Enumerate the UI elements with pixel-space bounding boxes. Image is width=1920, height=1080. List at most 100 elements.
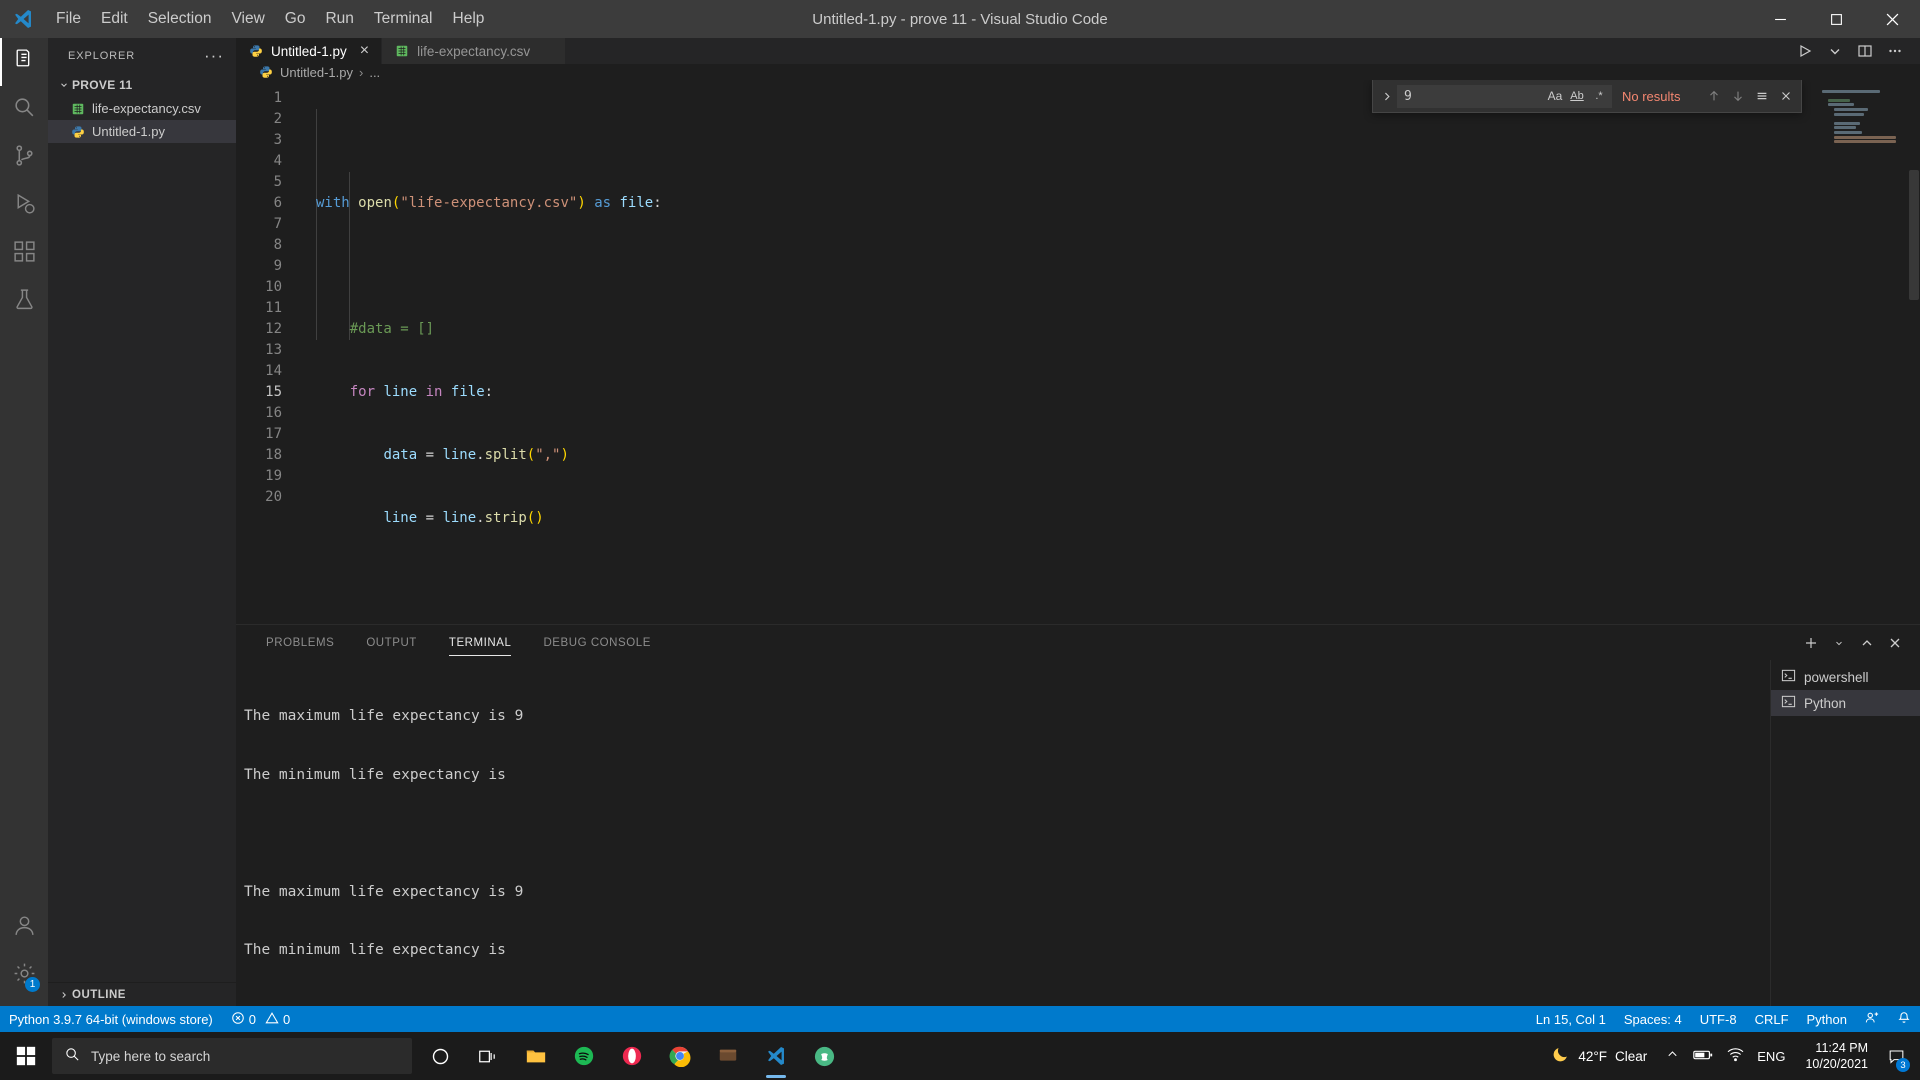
spotify-icon[interactable] xyxy=(560,1032,608,1080)
editor-scrollbar[interactable] xyxy=(1906,80,1920,624)
taskbar-language[interactable]: ENG xyxy=(1757,1049,1785,1064)
status-notifications[interactable] xyxy=(1888,1006,1920,1032)
csv-file-icon xyxy=(394,43,410,59)
breadcrumb[interactable]: Untitled-1.py › ... xyxy=(236,64,1920,80)
close-panel-icon[interactable] xyxy=(1882,630,1908,656)
close-icon[interactable] xyxy=(1775,85,1797,107)
taskbar-search-input[interactable]: Type here to search xyxy=(52,1038,412,1074)
menu-run[interactable]: Run xyxy=(315,0,363,38)
cortana-icon[interactable] xyxy=(416,1032,464,1080)
status-eol[interactable]: CRLF xyxy=(1746,1006,1798,1032)
tab-life-expectancy-csv[interactable]: life-expectancy.csv × xyxy=(382,38,566,64)
chrome-icon[interactable] xyxy=(656,1032,704,1080)
windows-start-icon[interactable] xyxy=(0,1032,52,1080)
code-editor[interactable]: 1 2 3 4 5 6 7 8 9 10 11 12 13 14 15 16 1… xyxy=(236,80,1920,624)
tab-problems[interactable]: PROBLEMS xyxy=(256,625,344,660)
tab-untitled-1-py[interactable]: Untitled-1.py × xyxy=(236,38,383,64)
terminal-item-powershell[interactable]: powershell xyxy=(1771,664,1920,690)
breadcrumb-file[interactable]: Untitled-1.py xyxy=(280,65,353,80)
menu-go[interactable]: Go xyxy=(275,0,316,38)
notification-center-button[interactable]: 3 xyxy=(1878,1032,1914,1080)
code-lines[interactable]: with open("life-expectancy.csv") as file… xyxy=(300,88,1920,624)
code-line-6[interactable]: line = line.strip() xyxy=(316,508,1920,529)
sidebar-item-source-control[interactable] xyxy=(0,134,48,182)
scrollbar-thumb[interactable] xyxy=(1909,170,1919,300)
books-icon[interactable] xyxy=(704,1032,752,1080)
chevron-down-icon[interactable] xyxy=(1822,38,1848,64)
status-indentation[interactable]: Spaces: 4 xyxy=(1615,1006,1691,1032)
toggle-replace-chevron-right-icon[interactable] xyxy=(1377,91,1397,102)
menu-selection[interactable]: Selection xyxy=(138,0,222,38)
find-input[interactable] xyxy=(1404,88,1524,104)
battery-icon[interactable] xyxy=(1692,1044,1714,1069)
previous-match-icon[interactable] xyxy=(1703,85,1725,107)
more-actions-icon[interactable]: ··· xyxy=(204,46,224,66)
error-icon xyxy=(231,1011,245,1028)
folder-root[interactable]: PROVE 11 xyxy=(48,73,236,97)
tab-output[interactable]: OUTPUT xyxy=(356,625,427,660)
find-in-selection-icon[interactable] xyxy=(1751,85,1773,107)
menu-view[interactable]: View xyxy=(221,0,274,38)
sidebar-item-testing[interactable] xyxy=(0,278,48,326)
discord-icon[interactable] xyxy=(800,1032,848,1080)
task-view-icon[interactable] xyxy=(464,1032,512,1080)
menu-help[interactable]: Help xyxy=(443,0,495,38)
sidebar-item-search[interactable] xyxy=(0,86,48,134)
tab-debug-console[interactable]: DEBUG CONSOLE xyxy=(533,625,660,660)
status-problems[interactable]: 0 0 xyxy=(222,1006,299,1032)
menu-terminal[interactable]: Terminal xyxy=(364,0,443,38)
run-python-file-icon[interactable] xyxy=(1792,38,1818,64)
terminal-output[interactable]: The maximum life expectancy is 9 The min… xyxy=(236,660,1770,1006)
tab-close-icon[interactable]: × xyxy=(360,43,369,59)
network-icon[interactable] xyxy=(1726,1045,1745,1067)
menu-edit[interactable]: Edit xyxy=(91,0,138,38)
menu-bar[interactable]: File Edit Selection View Go Run Terminal… xyxy=(46,0,494,38)
code-line-1[interactable]: with open("life-expectancy.csv") as file… xyxy=(316,193,1920,214)
status-cursor-position[interactable]: Ln 15, Col 1 xyxy=(1527,1006,1615,1032)
maximize-button[interactable] xyxy=(1808,0,1864,38)
match-whole-word-icon[interactable]: Ab xyxy=(1567,86,1587,106)
tab-terminal[interactable]: TERMINAL xyxy=(439,625,522,660)
find-input-box[interactable]: Aa Ab .* xyxy=(1397,84,1612,108)
code-line-2[interactable] xyxy=(316,256,1920,277)
opera-icon[interactable] xyxy=(608,1032,656,1080)
code-line-4[interactable]: for line in file: xyxy=(316,382,1920,403)
chevron-up-icon[interactable] xyxy=(1665,1047,1680,1065)
vscode-icon[interactable] xyxy=(752,1032,800,1080)
taskbar-clock[interactable]: 11:24 PM 10/20/2021 xyxy=(1795,1040,1878,1072)
outline-section[interactable]: OUTLINE xyxy=(48,982,236,1006)
match-case-icon[interactable]: Aa xyxy=(1545,86,1565,106)
menu-file[interactable]: File xyxy=(46,0,91,38)
minimap[interactable] xyxy=(1816,80,1906,624)
terminal-item-label: powershell xyxy=(1804,669,1869,685)
code-line-3[interactable]: #data = [] xyxy=(316,319,1920,340)
sidebar-item-run-and-debug[interactable] xyxy=(0,182,48,230)
next-match-icon[interactable] xyxy=(1727,85,1749,107)
minimize-button[interactable] xyxy=(1752,0,1808,38)
status-python-version[interactable]: Python 3.9.7 64-bit (windows store) xyxy=(0,1006,222,1032)
accounts-button[interactable] xyxy=(0,904,48,952)
use-regex-icon[interactable]: .* xyxy=(1589,86,1609,106)
code-line-5[interactable]: data = line.split(",") xyxy=(316,445,1920,466)
maximize-panel-icon[interactable] xyxy=(1854,630,1880,656)
sidebar-item-explorer[interactable] xyxy=(0,38,48,86)
find-widget[interactable]: Aa Ab .* No results xyxy=(1372,80,1802,113)
chevron-down-icon[interactable] xyxy=(1826,630,1852,656)
close-button[interactable] xyxy=(1864,0,1920,38)
file-untitled-1-py[interactable]: Untitled-1.py xyxy=(48,120,236,143)
status-live-share[interactable] xyxy=(1856,1006,1888,1032)
file-life-expectancy-csv[interactable]: life-expectancy.csv xyxy=(48,97,236,120)
folder-name: PROVE 11 xyxy=(72,78,133,92)
new-terminal-icon[interactable] xyxy=(1798,630,1824,656)
manage-settings-button[interactable]: 1 xyxy=(0,952,48,1000)
status-language-mode[interactable]: Python xyxy=(1798,1006,1856,1032)
sidebar-item-extensions[interactable] xyxy=(0,230,48,278)
more-actions-icon[interactable] xyxy=(1882,38,1908,64)
file-explorer-icon[interactable] xyxy=(512,1032,560,1080)
status-encoding[interactable]: UTF-8 xyxy=(1691,1006,1746,1032)
split-editor-icon[interactable] xyxy=(1852,38,1878,64)
taskbar-weather[interactable]: 42°F Clear xyxy=(1543,1045,1655,1067)
breadcrumb-rest[interactable]: ... xyxy=(369,65,380,80)
code-line-7[interactable] xyxy=(316,571,1920,592)
terminal-item-python[interactable]: Python xyxy=(1771,690,1920,716)
